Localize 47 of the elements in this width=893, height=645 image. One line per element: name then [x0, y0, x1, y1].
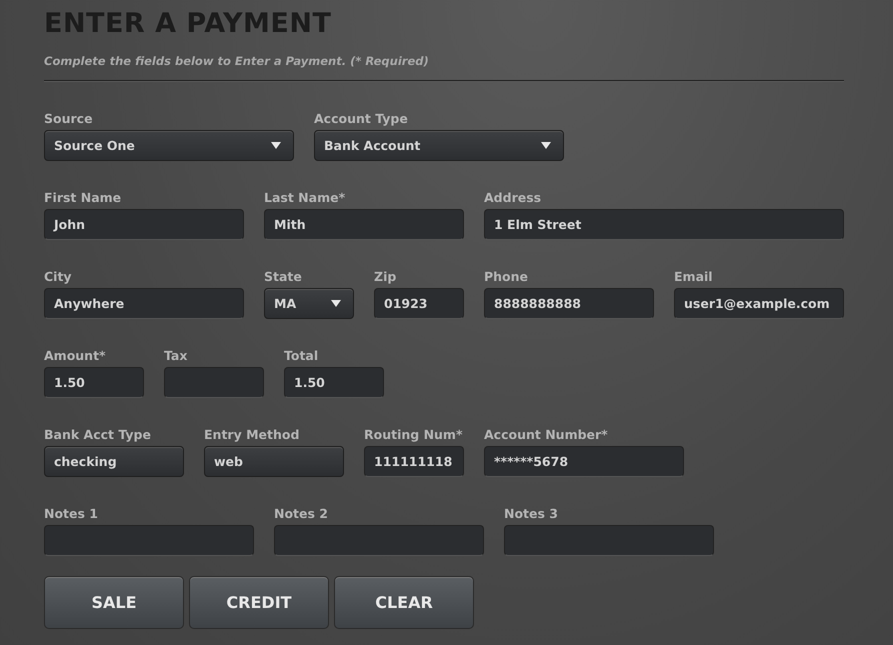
field-label: City [44, 268, 72, 286]
field-label: State [264, 268, 302, 286]
input-field[interactable]: Anywhere [44, 288, 244, 319]
dropdown[interactable]: Source One [44, 130, 294, 161]
input-field[interactable]: 1.50 [284, 367, 384, 398]
input-field[interactable]: ******5678 [484, 446, 684, 477]
field-label: Total [284, 347, 318, 365]
field-label: Bank Acct Type [44, 426, 151, 444]
field-label: Account Number* [484, 426, 608, 444]
field-label: Zip [374, 268, 396, 286]
readonly-field[interactable]: checking [44, 446, 184, 477]
input-field[interactable]: Mith [264, 209, 464, 240]
input-field[interactable]: 1.50 [44, 367, 144, 398]
field-label: Notes 2 [274, 505, 328, 523]
field-label: Notes 3 [504, 505, 558, 523]
input-field[interactable]: 8888888888 [484, 288, 654, 319]
field-label: Last Name* [264, 189, 346, 207]
input-field[interactable] [504, 525, 714, 556]
dropdown[interactable]: Bank Account [314, 130, 564, 161]
caret-icon [541, 142, 551, 149]
field-label: Tax [164, 347, 188, 365]
action-button[interactable]: CLEAR [334, 576, 474, 629]
input-field[interactable] [274, 525, 484, 556]
field-label: First Name [44, 189, 122, 207]
field-label: Routing Num* [364, 426, 462, 444]
field-label: Entry Method [204, 426, 300, 444]
input-field[interactable]: user1@example.com [674, 288, 844, 319]
action-button[interactable]: SALE [44, 576, 184, 629]
form-instructions: Complete the fields below to Enter a Payment. (* Required) [44, 53, 430, 70]
input-field[interactable]: 01923 [374, 288, 464, 319]
input-field[interactable]: John [44, 209, 244, 240]
field-label: Notes 1 [44, 505, 98, 523]
field-label: Phone [484, 268, 528, 286]
caret-icon [331, 300, 341, 307]
action-button[interactable]: CREDIT [189, 576, 329, 629]
field-label: Address [484, 189, 542, 207]
field-label: Amount* [44, 347, 106, 365]
dropdown[interactable]: MA [264, 288, 354, 319]
input-field[interactable] [164, 367, 264, 398]
input-field[interactable] [44, 525, 254, 556]
readonly-field[interactable]: web [204, 446, 344, 477]
input-field[interactable]: 1 Elm Street [484, 209, 844, 240]
field-label: Source [44, 110, 93, 128]
field-label: Email [674, 268, 713, 286]
field-label: Account Type [314, 110, 408, 128]
input-field[interactable]: 111111118 [364, 446, 464, 477]
caret-icon [271, 142, 281, 149]
